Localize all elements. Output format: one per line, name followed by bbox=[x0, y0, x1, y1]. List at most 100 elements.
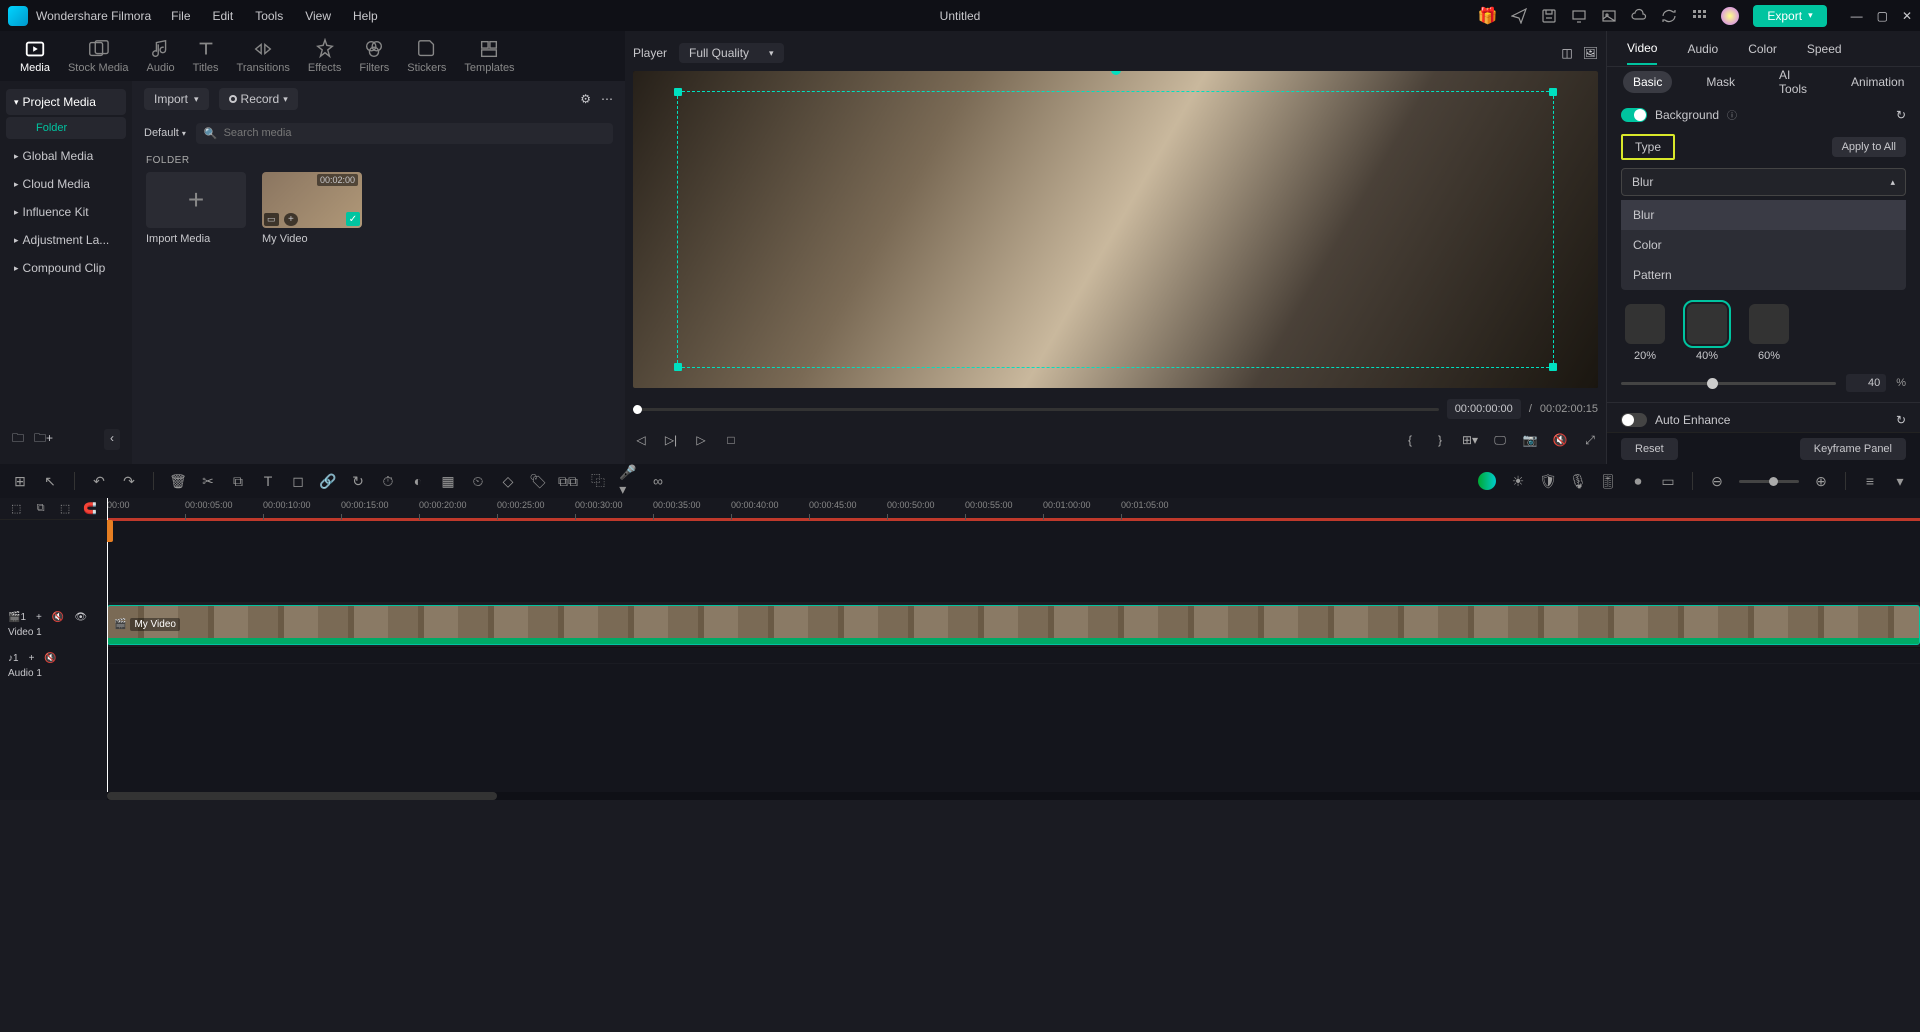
handle-tl[interactable] bbox=[674, 88, 682, 96]
image-icon[interactable] bbox=[1601, 8, 1617, 24]
monitor-icon[interactable] bbox=[1571, 8, 1587, 24]
mic-icon[interactable]: 🎙 bbox=[1570, 473, 1586, 489]
menu-view[interactable]: View bbox=[305, 9, 331, 23]
blur-swatch-40[interactable] bbox=[1687, 304, 1727, 344]
save-icon[interactable] bbox=[1541, 8, 1557, 24]
handle-tr[interactable] bbox=[1549, 88, 1557, 96]
prev-frame-icon[interactable]: ◁ bbox=[633, 432, 649, 448]
play-icon[interactable]: ▷ bbox=[693, 432, 709, 448]
import-media-tile[interactable]: + Import Media bbox=[146, 172, 246, 245]
tab-media[interactable]: Media bbox=[20, 38, 50, 74]
tab-titles[interactable]: Titles bbox=[193, 38, 219, 74]
mark-out-icon[interactable]: } bbox=[1432, 432, 1448, 448]
snapshot-icon[interactable]: 📷 bbox=[1522, 432, 1538, 448]
dd-opt-blur[interactable]: Blur bbox=[1621, 200, 1906, 230]
handle-br[interactable] bbox=[1549, 363, 1557, 371]
chain-icon[interactable]: ∞ bbox=[650, 473, 666, 489]
mark-in-icon[interactable]: { bbox=[1402, 432, 1418, 448]
speed-tool-icon[interactable]: ⏱ bbox=[380, 473, 396, 489]
blur-swatch-60[interactable] bbox=[1749, 304, 1789, 344]
tag-icon[interactable]: 🏷 bbox=[530, 473, 546, 489]
minimize-icon[interactable]: — bbox=[1851, 9, 1863, 23]
play-backward-icon[interactable]: ▷| bbox=[663, 432, 679, 448]
sidebar-item-global[interactable]: ▸Global Media bbox=[6, 143, 126, 169]
lock-tracks-icon[interactable]: ⬚ bbox=[10, 501, 22, 517]
apply-all-button[interactable]: Apply to All bbox=[1832, 137, 1906, 157]
type-dropdown[interactable]: Blur▴ bbox=[1621, 168, 1906, 196]
keyframe-icon[interactable]: ◇ bbox=[500, 473, 516, 489]
mute-v-icon[interactable]: 🔇 bbox=[52, 612, 64, 623]
mixer-icon[interactable]: 🎚 bbox=[1600, 473, 1616, 489]
compare-icon[interactable]: ◫ bbox=[1561, 46, 1572, 60]
mute-tracks-icon[interactable]: ⬚ bbox=[59, 501, 71, 517]
magnet-icon[interactable]: 🧲 bbox=[83, 501, 97, 517]
sidebar-item-project[interactable]: ▾Project Media bbox=[6, 89, 126, 115]
tab-stickers[interactable]: Stickers bbox=[407, 38, 446, 74]
gear-icon[interactable]: ☀ bbox=[1510, 473, 1526, 489]
menu-edit[interactable]: Edit bbox=[213, 9, 234, 23]
menu-help[interactable]: Help bbox=[353, 9, 378, 23]
list-view-icon[interactable]: ≡ bbox=[1862, 473, 1878, 489]
menu-file[interactable]: File bbox=[171, 9, 190, 23]
link-icon[interactable]: 🔗 bbox=[320, 473, 336, 489]
sidebar-item-compound[interactable]: ▸Compound Clip bbox=[6, 255, 126, 281]
record-tl-icon[interactable]: ⏺ bbox=[1630, 473, 1646, 489]
zoom-slider[interactable] bbox=[1739, 480, 1799, 483]
collapse-sidebar-icon[interactable]: ‹ bbox=[104, 429, 120, 450]
rotate-icon[interactable]: ↻ bbox=[350, 473, 366, 489]
voice-icon[interactable]: 🎤▾ bbox=[620, 473, 636, 489]
link-tracks-icon[interactable]: ⧉ bbox=[34, 501, 46, 517]
tab-templates[interactable]: Templates bbox=[464, 38, 514, 74]
handle-bl[interactable] bbox=[674, 363, 682, 371]
ai-icon[interactable] bbox=[1478, 472, 1496, 490]
sidebar-folder[interactable]: Folder bbox=[6, 117, 126, 139]
audio-track-header[interactable]: ♪1+🔇 Audio 1 bbox=[0, 648, 107, 684]
shield-icon[interactable]: 🛡 bbox=[1540, 473, 1556, 489]
timeline-clip[interactable]: 🎬 My Video bbox=[107, 605, 1920, 645]
media-clip-tile[interactable]: 00:02:00 ▭ + ✓ My Video bbox=[262, 172, 362, 245]
picture-icon[interactable]: 🖼 bbox=[1583, 46, 1598, 60]
tab-video[interactable]: Video bbox=[1627, 41, 1657, 65]
apps-icon[interactable] bbox=[1691, 8, 1707, 24]
redo-icon[interactable]: ↷ bbox=[121, 473, 137, 489]
text-icon[interactable]: T bbox=[260, 473, 276, 489]
playhead[interactable] bbox=[107, 498, 108, 800]
reset-ae-icon[interactable]: ↻ bbox=[1896, 413, 1906, 427]
subtab-animation[interactable]: Animation bbox=[1841, 71, 1914, 93]
zoom-out-icon[interactable]: ⊖ bbox=[1709, 473, 1725, 489]
subtab-ai[interactable]: AI Tools bbox=[1769, 64, 1817, 100]
filter-icon[interactable]: ⚙ bbox=[580, 92, 591, 106]
add-a-icon[interactable]: + bbox=[29, 653, 35, 664]
mute-a-icon[interactable]: 🔇 bbox=[44, 653, 56, 664]
sidebar-item-cloud[interactable]: ▸Cloud Media bbox=[6, 171, 126, 197]
group-icon[interactable]: ⧉⧉ bbox=[560, 473, 576, 489]
timer-icon[interactable]: ⏲ bbox=[470, 473, 486, 489]
new-folder-icon[interactable]: 🗀+ bbox=[34, 429, 53, 450]
marker-tl-icon[interactable]: ▭ bbox=[1660, 473, 1676, 489]
copy-icon[interactable]: ⿻ bbox=[590, 473, 606, 489]
timeline-ruler[interactable]: 00:00 00:00:05:00 00:00:10:00 00:00:15:0… bbox=[107, 498, 1920, 520]
blur-slider[interactable] bbox=[1621, 382, 1836, 385]
record-button[interactable]: Record▾ bbox=[219, 88, 298, 110]
more-icon[interactable]: ⋯ bbox=[601, 92, 613, 106]
more-tl-icon[interactable]: ▾ bbox=[1892, 473, 1908, 489]
clip-add-icon[interactable]: + bbox=[284, 213, 298, 226]
reset-button[interactable]: Reset bbox=[1621, 438, 1678, 460]
export-button[interactable]: Export▾ bbox=[1753, 5, 1826, 27]
tab-filters[interactable]: Filters bbox=[359, 38, 389, 74]
selection-box[interactable] bbox=[677, 91, 1554, 368]
preview-canvas[interactable] bbox=[633, 71, 1598, 388]
zoom-in-icon[interactable]: ⊕ bbox=[1813, 473, 1829, 489]
crop-icon[interactable]: ⧉ bbox=[230, 473, 246, 489]
tab-color[interactable]: Color bbox=[1748, 42, 1777, 56]
color-tool-icon[interactable]: ◐ bbox=[410, 473, 426, 489]
mute-icon[interactable]: 🔇 bbox=[1552, 432, 1568, 448]
adjust-icon[interactable]: ▦ bbox=[440, 473, 456, 489]
user-avatar[interactable] bbox=[1721, 7, 1739, 25]
pointer-tool-icon[interactable]: ⊞ bbox=[12, 473, 28, 489]
tab-audio[interactable]: Audio bbox=[147, 38, 175, 74]
select-tool-icon[interactable]: ↖ bbox=[42, 473, 58, 489]
sort-select[interactable]: Default▾ bbox=[144, 127, 186, 139]
send-icon[interactable] bbox=[1511, 8, 1527, 24]
stop-icon[interactable]: □ bbox=[723, 432, 739, 448]
